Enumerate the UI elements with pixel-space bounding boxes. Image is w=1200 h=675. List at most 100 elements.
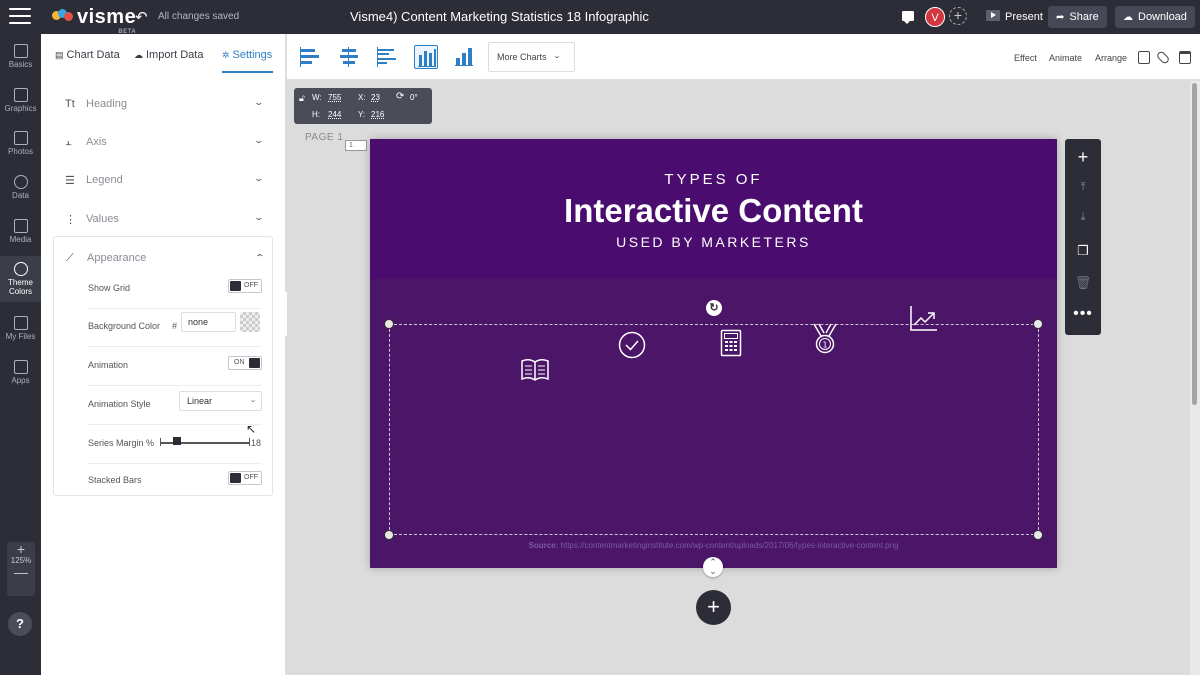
link-icon[interactable] [1155, 50, 1171, 65]
chevron-down-icon: ⌄ [253, 97, 265, 107]
slide-title[interactable]: Interactive Content [370, 192, 1057, 230]
rotate-handle-icon[interactable]: ↻ [706, 300, 722, 316]
animate-button[interactable]: Animate [1049, 53, 1082, 63]
page-label: PAGE 1 [305, 132, 344, 143]
width-value[interactable]: 755 [328, 93, 341, 102]
axis-icon: ⫠ [65, 136, 72, 148]
delete-icon[interactable]: 🗑︎ [1065, 275, 1101, 291]
share-arrow-icon: ➦ [1056, 12, 1065, 23]
slider-handle[interactable] [173, 437, 181, 445]
slide-subtitle-bottom[interactable]: USED BY MARKETERS [370, 234, 1057, 250]
y-value[interactable]: 216 [371, 110, 384, 119]
section-axis[interactable]: ⫠ Axis ⌄ [53, 127, 273, 157]
rotation-value[interactable]: 0° [410, 93, 418, 102]
chevron-down-icon: ⌄ [253, 135, 265, 145]
color-swatch[interactable] [240, 312, 260, 332]
comment-icon[interactable] [902, 11, 914, 24]
background-color-input[interactable]: none [181, 312, 236, 332]
zoom-out-icon[interactable]: — [7, 565, 35, 579]
text-icon: Tt [65, 98, 75, 110]
help-button[interactable]: ? [8, 612, 32, 636]
chevron-down-icon: ⌄ [552, 53, 562, 60]
chevron-down-icon: ⌄ [248, 397, 258, 404]
page-resize-icon[interactable]: ⌃ ⌄ [703, 557, 723, 577]
animation-toggle[interactable]: ON [228, 356, 262, 370]
list-icon: ☰ [65, 175, 75, 187]
diverging-bar-icon[interactable] [337, 45, 361, 69]
add-collaborator-icon[interactable]: + [949, 7, 967, 25]
more-options-icon[interactable]: ••• [1065, 305, 1101, 323]
add-icon[interactable]: + [1065, 147, 1101, 168]
move-down-icon[interactable]: ⤓ [1065, 211, 1101, 224]
nav-apps[interactable]: Apps [0, 360, 41, 392]
nav-graphics[interactable]: Graphics [0, 88, 41, 120]
grouped-horizontal-bar-icon[interactable] [375, 45, 399, 69]
stacked-bars-toggle[interactable]: OFF [228, 471, 262, 485]
nav-my-files[interactable]: My Files [0, 316, 41, 348]
slide-subtitle-top[interactable]: TYPES OF [370, 171, 1057, 188]
animation-style-row: Animation Style Linear ⌄ [88, 387, 262, 425]
height-value[interactable]: 244 [328, 110, 341, 119]
chevron-down-icon: ⌄ [253, 173, 265, 183]
stacked-horizontal-bar-icon[interactable] [298, 45, 322, 69]
nav-data[interactable]: Data [0, 175, 41, 207]
floating-toolbar: + ⤒ ⤓ ❐ 🗑︎ ••• [1065, 139, 1101, 335]
column-chart-icon[interactable] [414, 45, 438, 69]
menu-icon[interactable] [9, 8, 31, 26]
share-button[interactable]: ➦ Share [1048, 6, 1107, 28]
gear-icon: ✲ [222, 50, 230, 60]
animation-style-select[interactable]: Linear ⌄ [179, 391, 262, 411]
nav-photos[interactable]: Photos [0, 131, 41, 163]
series-margin-row: Series Margin % 18 [88, 426, 262, 464]
logo-mark-icon [52, 9, 74, 25]
nav-basics[interactable]: Basics [0, 44, 41, 76]
effect-button[interactable]: Effect [1014, 53, 1037, 63]
graphics-icon [13, 88, 28, 102]
play-icon [986, 10, 1000, 21]
present-button[interactable]: Present [978, 6, 1051, 28]
download-button[interactable]: ☁ Download [1115, 6, 1195, 28]
active-tab-indicator [222, 71, 273, 73]
animation-row: Animation ON [88, 348, 262, 386]
source-citation[interactable]: Source: https://contentmarketinginstitut… [370, 541, 1057, 550]
visme-logo[interactable]: visme BETA [52, 4, 136, 35]
nav-media[interactable]: Media [0, 219, 41, 251]
nav-theme-colors[interactable]: Theme Colors [0, 256, 41, 302]
zoom-in-icon[interactable]: + [7, 542, 35, 556]
palette-icon [13, 262, 28, 276]
section-appearance[interactable]: ⟋ Appearance ⌄ [54, 243, 274, 273]
vertical-scrollbar[interactable] [1190, 81, 1200, 675]
tab-chart-data[interactable]: ▤ Chart Data [55, 49, 120, 61]
section-heading[interactable]: Tt Heading ⌄ [53, 89, 273, 119]
tab-settings[interactable]: ✲ Settings [222, 49, 272, 61]
more-charts-dropdown[interactable]: More Charts ⌄ [488, 42, 575, 72]
resize-handle-top-left[interactable] [384, 319, 394, 329]
arrange-button[interactable]: Arrange [1095, 53, 1127, 63]
page-number-input[interactable]: 1 [345, 140, 367, 151]
resize-handle-bottom-right[interactable] [1033, 530, 1043, 540]
tab-import-data[interactable]: ☁ Import Data [134, 49, 203, 61]
duplicate-icon[interactable]: ❐ [1065, 243, 1101, 259]
show-grid-toggle[interactable]: OFF [228, 279, 262, 293]
slide-header: TYPES OF Interactive Content USED BY MAR… [370, 139, 1057, 279]
move-up-icon[interactable]: ⤒ [1065, 181, 1101, 194]
lock-icon[interactable]: 🔓︎ [299, 93, 305, 104]
section-values[interactable]: ⋮ Values ⌄ [53, 204, 273, 234]
section-legend[interactable]: ☰ Legend ⌄ [53, 165, 273, 195]
trash-icon[interactable] [1179, 51, 1191, 64]
resize-handle-top-right[interactable] [1033, 319, 1043, 329]
x-value[interactable]: 23 [371, 93, 380, 102]
resize-handle-bottom-left[interactable] [384, 530, 394, 540]
table-icon: ▤ [55, 50, 64, 60]
undo-icon[interactable]: ↶ [135, 8, 148, 26]
stacked-column-icon[interactable] [452, 45, 476, 69]
photos-icon [13, 131, 28, 145]
add-page-button[interactable]: + [696, 590, 731, 625]
series-margin-value: 18 [251, 438, 262, 448]
values-icon: ⋮ [65, 214, 76, 226]
scroll-thumb[interactable] [1192, 83, 1197, 405]
avatar[interactable]: V [925, 7, 945, 27]
copy-icon[interactable] [1138, 51, 1150, 64]
settings-panel: ▤ Chart Data ☁ Import Data ✲ Settings Tt He… [41, 34, 286, 675]
document-title[interactable]: Visme4) Content Marketing Statistics 18 … [350, 9, 649, 24]
